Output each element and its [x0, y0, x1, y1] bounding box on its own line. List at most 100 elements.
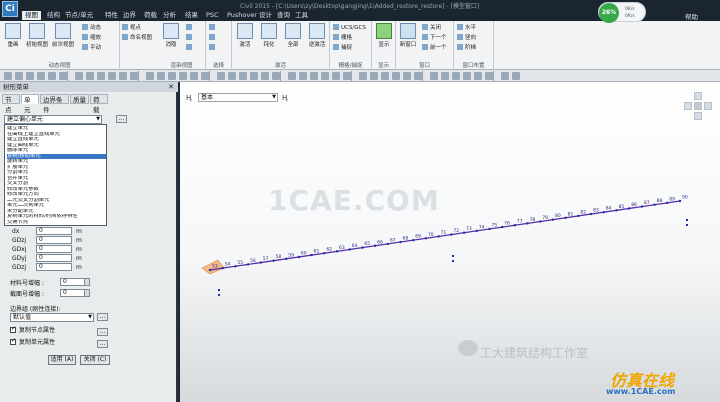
node-point[interactable]	[399, 240, 402, 244]
menu-item[interactable]: 结果	[182, 11, 201, 20]
node-point[interactable]	[475, 229, 478, 233]
node-point[interactable]	[577, 214, 580, 218]
apply-button[interactable]: 适用 (A)	[48, 355, 76, 365]
copy-elem-attr-ellipsis[interactable]: ...	[97, 340, 108, 348]
network-speed-widget[interactable]: 26% 0K/s 0K/s	[598, 2, 646, 23]
panel-tab[interactable]: 单元	[21, 94, 39, 114]
toolbar-tool-icon[interactable]	[370, 72, 378, 80]
dropdown-option[interactable]: 修改单元参数	[7, 187, 106, 192]
toolbar-tool-icon[interactable]	[403, 72, 411, 80]
tile-vertical-button[interactable]: 竖向	[457, 34, 476, 42]
display-button[interactable]: 显示	[373, 23, 395, 48]
toolbar-tool-icon[interactable]	[343, 72, 351, 80]
node-point[interactable]	[450, 233, 453, 236]
section-increment-spinner[interactable]	[84, 289, 90, 297]
dropdown-option[interactable]: 未分配单元	[7, 209, 106, 214]
dropdown-option[interactable]: 合并单元	[7, 176, 106, 181]
activate-button[interactable]: 激活	[234, 23, 256, 48]
toolbar-tool-icon[interactable]	[37, 72, 45, 80]
menu-item[interactable]: Pushover	[224, 11, 260, 20]
dropdown-option[interactable]: 二元交叉分割单元	[7, 198, 106, 203]
panel-tab[interactable]: 荷载	[90, 94, 108, 114]
node-point[interactable]	[666, 201, 669, 205]
node-point[interactable]	[653, 203, 656, 206]
node-point[interactable]	[526, 222, 529, 225]
support-marker[interactable]	[686, 224, 688, 226]
support-marker[interactable]	[686, 219, 688, 221]
viewpoint-button[interactable]: 视点	[122, 24, 141, 32]
toolbar-tool-icon[interactable]	[48, 72, 56, 80]
node-point[interactable]	[323, 252, 326, 255]
close-icon[interactable]: ✕	[168, 82, 174, 92]
close-button[interactable]: 关闭 (C)	[80, 355, 110, 365]
select-tool-1[interactable]	[209, 24, 217, 32]
menu-item[interactable]: 分析	[160, 11, 179, 20]
tile-horizontal-button[interactable]: 水平	[457, 24, 476, 32]
dropdown-option[interactable]: 交换节点	[7, 220, 106, 225]
support-marker[interactable]	[452, 260, 454, 262]
node-point[interactable]	[539, 220, 542, 223]
toolbar-tool-icon[interactable]	[441, 72, 449, 80]
panel-tab[interactable]: 质量	[70, 94, 89, 104]
node-point[interactable]	[234, 265, 237, 268]
toolbar-tool-icon[interactable]	[501, 72, 509, 80]
toolbar-tool-icon[interactable]	[108, 72, 116, 80]
node-point[interactable]	[513, 224, 517, 227]
toolbar-tool-icon[interactable]	[146, 72, 154, 80]
toolbar-tool-icon[interactable]	[130, 72, 138, 80]
hide-button[interactable]: 消隐	[160, 23, 182, 48]
menu-item[interactable]: 边界	[120, 11, 139, 20]
toolbar-tool-icon[interactable]	[359, 72, 367, 80]
node-point[interactable]	[335, 250, 339, 253]
support-marker[interactable]	[452, 255, 454, 257]
copy-node-attr-checkbox[interactable]: 复制节点属性	[10, 325, 55, 335]
node-point[interactable]	[500, 225, 504, 229]
dropdown-option[interactable]: 扩展单元	[7, 165, 106, 170]
dropdown-option[interactable]: 删除单元	[7, 148, 106, 153]
cascade-button[interactable]: 阶梯	[457, 44, 476, 52]
pan-button[interactable]: 平动	[82, 44, 101, 52]
grid-button[interactable]: 栅格	[333, 34, 352, 42]
offset-input[interactable]: 0	[36, 254, 72, 262]
element-command-select[interactable]: 建立偏心单元 ▼	[4, 115, 102, 124]
offset-input[interactable]: 0	[36, 263, 72, 271]
toolbar-tool-icon[interactable]	[261, 72, 269, 80]
previous-view-button[interactable]: 前次视图	[52, 23, 74, 48]
node-point[interactable]	[297, 255, 301, 259]
toolbar-tool-icon[interactable]	[228, 72, 236, 80]
model-viewport[interactable]: Ⱨ 基本 ▼ Ⱨ 1CAE.COM 53 54 55 56 57 58 59 60 61 62 63…	[180, 82, 720, 402]
node-point[interactable]	[310, 253, 313, 257]
toolbar-tool-icon[interactable]	[75, 72, 83, 80]
boundary-group-ellipsis-button[interactable]: ...	[97, 313, 108, 321]
named-view-button[interactable]: 命名视图	[122, 34, 152, 42]
toolbar-tool-icon[interactable]	[239, 72, 247, 80]
toolbar-tool-icon[interactable]	[15, 72, 23, 80]
toolbar-tool-icon[interactable]	[299, 72, 307, 80]
snap-button[interactable]: 捕捉	[333, 44, 352, 52]
boundary-group-select[interactable]: 默认值 ▼	[10, 313, 94, 322]
toolbar-tool-icon[interactable]	[217, 72, 225, 80]
node-point[interactable]	[412, 238, 415, 242]
node-point[interactable]	[208, 268, 212, 272]
dropdown-option[interactable]: 建立单元	[7, 126, 106, 131]
dropdown-option[interactable]: 分割单元	[7, 170, 106, 175]
menu-item[interactable]: PSC	[203, 11, 222, 20]
toolbar-tool-icon[interactable]	[4, 72, 12, 80]
toolbar-tool-icon[interactable]	[463, 72, 471, 80]
previous-window-button[interactable]: 前一个	[422, 44, 447, 52]
zoom-button[interactable]: 缩放	[82, 34, 101, 42]
redraw-button[interactable]: 重画	[2, 23, 24, 48]
node-point[interactable]	[627, 207, 631, 210]
menu-item[interactable]: 视图	[22, 11, 41, 20]
app-logo[interactable]: Ci	[2, 1, 18, 17]
menu-item[interactable]: 工具	[292, 11, 311, 20]
toolbar-tool-icon[interactable]	[157, 72, 165, 80]
node-point[interactable]	[386, 242, 390, 246]
node-point[interactable]	[424, 237, 428, 240]
toolbar-tool-icon[interactable]	[332, 72, 340, 80]
menu-item[interactable]: 荷载	[141, 11, 160, 20]
node-point[interactable]	[285, 257, 288, 261]
node-point[interactable]	[589, 212, 593, 216]
dropdown-option[interactable]: 修改单元方向	[7, 192, 106, 197]
node-point[interactable]	[551, 218, 555, 221]
